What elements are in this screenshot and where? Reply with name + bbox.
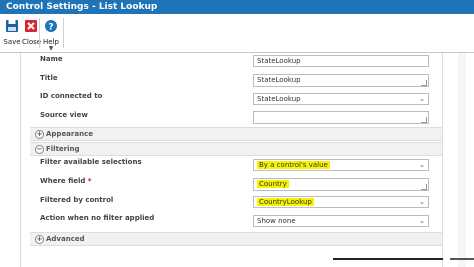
close-button-label: Close xyxy=(22,38,42,46)
appearance-section-header[interactable]: + Appearance xyxy=(30,127,442,141)
filtered-by-value: CountryLookup xyxy=(257,198,314,206)
window-title: Control Settings - List Lookup xyxy=(0,0,474,14)
horizontal-scrollbar[interactable] xyxy=(333,258,443,260)
filtered-by-select[interactable]: CountryLookup ⌄ xyxy=(253,196,429,208)
name-field[interactable]: StateLookup xyxy=(253,55,429,67)
resize-grip-icon[interactable] xyxy=(421,117,427,123)
help-icon: ? xyxy=(45,20,57,33)
id-connected-select[interactable]: StateLookup ⌄ xyxy=(253,93,429,105)
chevron-down-icon: ⌄ xyxy=(419,95,425,103)
action-no-filter-select[interactable]: Show none ⌄ xyxy=(253,215,429,227)
chevron-down-icon[interactable]: ▼ xyxy=(42,46,60,52)
resize-grip-icon[interactable] xyxy=(421,80,427,86)
name-label: Name xyxy=(40,55,63,63)
title-field[interactable]: StateLookup xyxy=(253,74,429,87)
panel-divider xyxy=(20,53,21,267)
id-connected-value: StateLookup xyxy=(257,95,301,103)
ribbon-toolbar: Save Close ? Help ▼ xyxy=(0,14,474,53)
ribbon-separator xyxy=(63,18,64,48)
required-marker: * xyxy=(87,177,92,185)
id-connected-label: ID connected to xyxy=(40,92,103,100)
title-value: StateLookup xyxy=(257,76,301,84)
svg-text:?: ? xyxy=(48,23,53,33)
scrollbar[interactable] xyxy=(458,53,466,267)
advanced-section-header[interactable]: + Advanced xyxy=(30,232,442,246)
save-icon xyxy=(6,20,18,32)
horizontal-scrollbar-thumb[interactable] xyxy=(450,258,474,260)
filtering-section-header[interactable]: − Filtering xyxy=(30,142,442,156)
appearance-section-title: Appearance xyxy=(46,130,93,138)
filter-available-value: By a control's value xyxy=(257,161,330,169)
close-icon xyxy=(25,20,37,32)
action-no-filter-value: Show none xyxy=(257,217,296,225)
where-field-value: Country xyxy=(257,180,289,188)
chevron-down-icon: ⌄ xyxy=(419,217,425,225)
action-no-filter-label: Action when no filter applied xyxy=(40,214,155,222)
ribbon-separator xyxy=(39,18,40,48)
settings-panel: Name StateLookup Title StateLookup ID co… xyxy=(0,53,474,267)
save-button[interactable]: Save xyxy=(3,18,21,46)
filter-available-label: Filter available selections xyxy=(40,158,142,166)
name-value: StateLookup xyxy=(257,57,301,65)
filtered-by-label: Filtered by control xyxy=(40,196,114,204)
collapse-icon: − xyxy=(35,145,44,154)
resize-grip-icon[interactable] xyxy=(421,184,427,190)
save-button-label: Save xyxy=(3,38,21,46)
expand-icon: + xyxy=(35,235,44,244)
advanced-section-title: Advanced xyxy=(46,235,85,243)
where-field-input[interactable]: Country xyxy=(253,178,429,191)
panel-divider xyxy=(442,53,443,267)
title-label: Title xyxy=(40,74,58,82)
source-view-label: Source view xyxy=(40,111,88,119)
filtering-section-title: Filtering xyxy=(46,145,80,153)
filter-available-select[interactable]: By a control's value ⌄ xyxy=(253,159,429,171)
close-button[interactable]: Close xyxy=(22,18,42,46)
help-button[interactable]: ? Help ▼ xyxy=(42,18,60,52)
where-field-label: Where field * xyxy=(40,177,92,185)
source-view-field[interactable] xyxy=(253,111,429,124)
chevron-down-icon: ⌄ xyxy=(419,198,425,206)
chevron-down-icon: ⌄ xyxy=(419,161,425,169)
where-field-label-text: Where field xyxy=(40,177,86,185)
expand-icon: + xyxy=(35,130,44,139)
